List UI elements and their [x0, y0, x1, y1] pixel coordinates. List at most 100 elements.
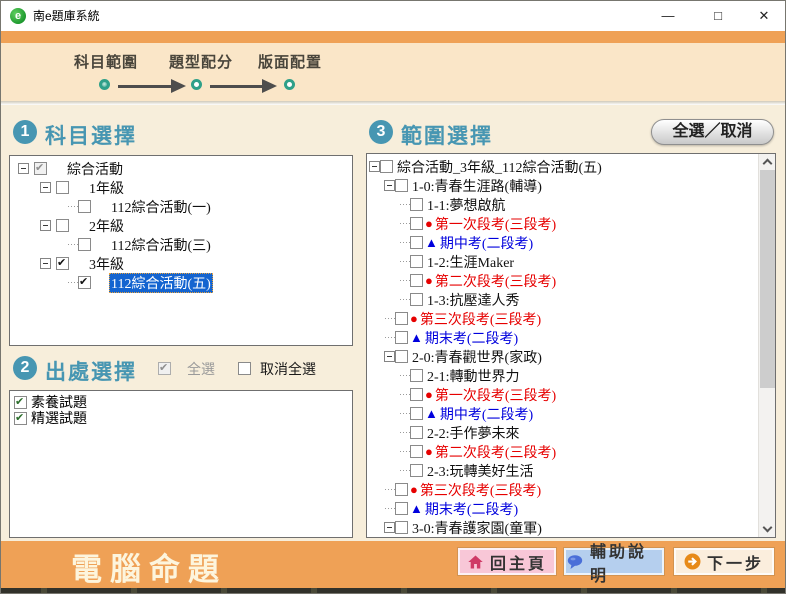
tree-label[interactable]: 期末考(二段考): [423, 499, 520, 519]
next-step-button[interactable]: 下一步: [674, 548, 774, 575]
scrollbar-thumb[interactable]: [760, 170, 775, 388]
tree-checkbox[interactable]: [395, 521, 408, 534]
scrollbar[interactable]: [758, 154, 775, 537]
tree-checkbox[interactable]: [395, 179, 408, 192]
tree-row[interactable]: ●第三次段考(三段考): [367, 309, 775, 328]
tree-label[interactable]: 2-0:青春觀世界(家政): [410, 347, 544, 367]
collapse-minus-icon[interactable]: [384, 351, 395, 362]
tree-label[interactable]: 112綜合活動(三): [109, 235, 213, 255]
tree-checkbox[interactable]: [395, 483, 408, 496]
collapse-minus-icon[interactable]: [18, 163, 29, 174]
list-checkbox[interactable]: [14, 412, 27, 425]
tree-label[interactable]: 1-2:生涯Maker: [425, 252, 516, 272]
tree-checkbox[interactable]: [410, 255, 423, 268]
select-all-checkbox[interactable]: [158, 362, 171, 375]
tree-checkbox[interactable]: [410, 198, 423, 211]
collapse-minus-icon[interactable]: [384, 180, 395, 191]
tree-label[interactable]: 2-3:玩轉美好生活: [425, 461, 536, 481]
collapse-minus-icon[interactable]: [40, 220, 51, 231]
tree-row[interactable]: ●第二次段考(三段考): [367, 442, 775, 461]
tree-checkbox[interactable]: [78, 200, 91, 213]
tree-label[interactable]: 2-2:手作夢未來: [425, 423, 522, 443]
tree-row[interactable]: 1-3:抗壓達人秀: [367, 290, 775, 309]
tree-row[interactable]: 2-0:青春觀世界(家政): [367, 347, 775, 366]
tree-row[interactable]: ●第二次段考(三段考): [367, 271, 775, 290]
minimize-icon[interactable]: —: [651, 1, 685, 31]
tree-label[interactable]: 1年級: [87, 178, 126, 198]
tree-row[interactable]: 1-2:生涯Maker: [367, 252, 775, 271]
tree-row[interactable]: 1-0:青春生涯路(輔導): [367, 176, 775, 195]
tree-checkbox[interactable]: [78, 238, 91, 251]
tree-row[interactable]: ▲期末考(二段考): [367, 499, 775, 518]
scroll-down-icon[interactable]: [763, 523, 773, 533]
tree-checkbox[interactable]: [410, 445, 423, 458]
tree-label[interactable]: 第三次段考(三段考): [418, 480, 543, 500]
tree-label[interactable]: 3-0:青春護家園(童軍): [410, 518, 544, 538]
tree-checkbox[interactable]: [34, 162, 47, 175]
tree-label[interactable]: 1-0:青春生涯路(輔導): [410, 176, 544, 196]
tree-checkbox[interactable]: [395, 502, 408, 515]
tree-label[interactable]: 第一次段考(三段考): [433, 385, 558, 405]
help-button[interactable]: 輔助說明: [564, 548, 664, 575]
collapse-minus-icon[interactable]: [384, 522, 395, 533]
tree-row[interactable]: 112綜合活動(五): [10, 273, 352, 292]
tree-label[interactable]: 綜合活動: [65, 159, 125, 179]
tree-row[interactable]: 1-1:夢想啟航: [367, 195, 775, 214]
tree-label[interactable]: 第一次段考(三段考): [433, 214, 558, 234]
tree-label[interactable]: 1-1:夢想啟航: [425, 195, 508, 215]
tree-checkbox[interactable]: [395, 312, 408, 325]
tree-label[interactable]: 第二次段考(三段考): [433, 271, 558, 291]
tree-label[interactable]: 2年級: [87, 216, 126, 236]
tree-checkbox[interactable]: [410, 236, 423, 249]
tree-row[interactable]: 112綜合活動(一): [10, 197, 352, 216]
tree-row[interactable]: ▲期末考(二段考): [367, 328, 775, 347]
tree-row[interactable]: 綜合活動: [10, 159, 352, 178]
tree-checkbox[interactable]: [410, 369, 423, 382]
tree-label[interactable]: 期末考(二段考): [423, 328, 520, 348]
deselect-all-checkbox[interactable]: [238, 362, 251, 375]
tree-label[interactable]: 112綜合活動(一): [109, 197, 213, 217]
tree-row[interactable]: 2-1:轉動世界力: [367, 366, 775, 385]
tree-label[interactable]: 3年級: [87, 254, 126, 274]
tree-checkbox[interactable]: [410, 388, 423, 401]
close-icon[interactable]: ✕: [747, 1, 781, 31]
tree-row[interactable]: 1年級: [10, 178, 352, 197]
tree-label[interactable]: 綜合活動_3年級_112綜合活動(五): [395, 157, 604, 177]
tree-checkbox[interactable]: [410, 426, 423, 439]
tree-checkbox[interactable]: [78, 276, 91, 289]
tree-label[interactable]: 1-3:抗壓達人秀: [425, 290, 522, 310]
tree-row[interactable]: 2-2:手作夢未來: [367, 423, 775, 442]
tree-row[interactable]: ▲期中考(二段考): [367, 233, 775, 252]
tree-row[interactable]: ●第三次段考(三段考): [367, 480, 775, 499]
tree-row[interactable]: 3-0:青春護家園(童軍): [367, 518, 775, 537]
tree-row[interactable]: ▲期中考(二段考): [367, 404, 775, 423]
tree-row[interactable]: ●第一次段考(三段考): [367, 214, 775, 233]
tree-checkbox[interactable]: [410, 293, 423, 306]
list-checkbox[interactable]: [14, 396, 27, 409]
tree-row[interactable]: 2年級: [10, 216, 352, 235]
tree-row[interactable]: ●第一次段考(三段考): [367, 385, 775, 404]
tree-row[interactable]: 綜合活動_3年級_112綜合活動(五): [367, 157, 775, 176]
tree-checkbox[interactable]: [380, 160, 393, 173]
home-button[interactable]: 回主頁: [458, 548, 556, 575]
tree-label[interactable]: 2-1:轉動世界力: [425, 366, 522, 386]
tree-label[interactable]: 期中考(二段考): [438, 233, 535, 253]
collapse-minus-icon[interactable]: [40, 258, 51, 269]
tree-row[interactable]: 112綜合活動(三): [10, 235, 352, 254]
tree-checkbox[interactable]: [395, 350, 408, 363]
tree-label[interactable]: 112綜合活動(五): [109, 273, 213, 293]
tree-checkbox[interactable]: [56, 257, 69, 270]
collapse-minus-icon[interactable]: [40, 182, 51, 193]
tree-checkbox[interactable]: [410, 217, 423, 230]
tree-checkbox[interactable]: [395, 331, 408, 344]
select-all-toggle-button[interactable]: 全選／取消: [651, 119, 774, 145]
tree-row[interactable]: 2-3:玩轉美好生活: [367, 461, 775, 480]
tree-checkbox[interactable]: [410, 464, 423, 477]
tree-checkbox[interactable]: [56, 219, 69, 232]
tree-label[interactable]: 第三次段考(三段考): [418, 309, 543, 329]
list-item[interactable]: 精選試題: [12, 410, 350, 426]
tree-checkbox[interactable]: [56, 181, 69, 194]
tree-label[interactable]: 期中考(二段考): [438, 404, 535, 424]
maximize-icon[interactable]: □: [701, 1, 735, 31]
tree-checkbox[interactable]: [410, 274, 423, 287]
